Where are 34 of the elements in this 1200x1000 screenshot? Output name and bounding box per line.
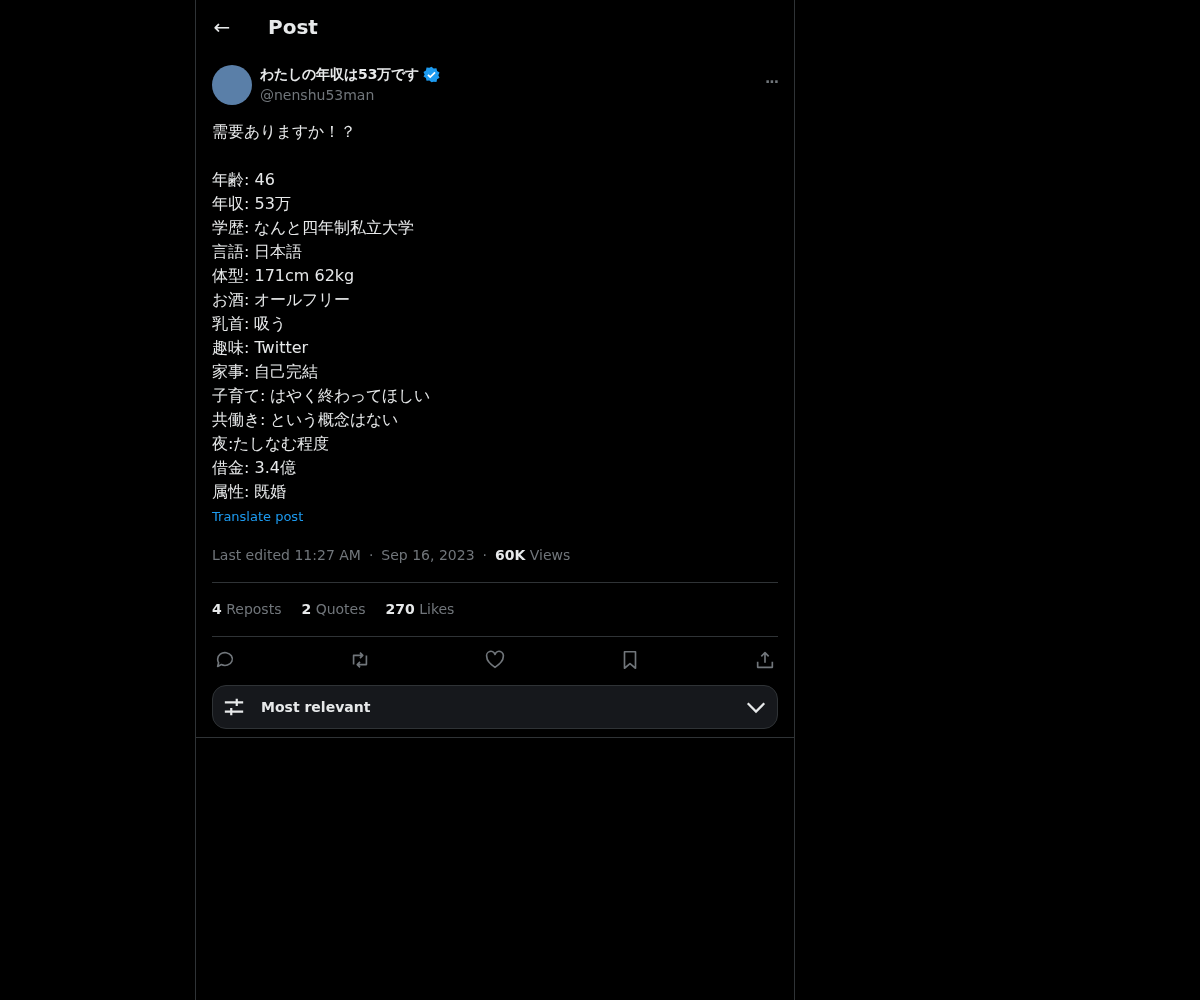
post-text-line: 子育て: はやく終わってほしい: [212, 385, 432, 407]
post-text-line: お酒: オールフリー: [212, 289, 352, 311]
post-text-line: 学歴: なんと四年制私立大学: [212, 217, 416, 239]
avatar[interactable]: [212, 65, 252, 105]
stat-link[interactable]: 270 Likes: [385, 599, 455, 620]
author-name[interactable]: わたしの年収は53万です: [260, 64, 420, 85]
post-text-line: 夜:たしなむ程度: [212, 433, 331, 455]
sort-dropdown[interactable]: Most relevant: [212, 685, 778, 729]
like-icon: [484, 649, 506, 671]
stat-link[interactable]: 4 Reposts: [212, 599, 282, 620]
post-text-line: 言語: 日本語: [212, 241, 304, 263]
post-text-line: 趣味: Twitter: [212, 337, 310, 359]
sliders-icon: [223, 696, 245, 718]
post-text-line: 家事: 自己完結: [212, 361, 320, 383]
post-text-line: 乳首: 吸う: [212, 313, 288, 335]
post-text-line: 年齢: 46: [212, 169, 276, 191]
post-date[interactable]: Sep 16, 2023: [381, 545, 475, 566]
translate-link[interactable]: Translate post: [212, 509, 304, 524]
post-text-line: 需要ありますか！？: [212, 121, 357, 143]
back-button[interactable]: ←: [212, 12, 232, 42]
post-text-line: 共働き: という概念はない: [212, 409, 400, 431]
share-icon: [754, 649, 776, 671]
author-handle[interactable]: @nenshu53man: [260, 85, 766, 106]
stat-link[interactable]: 2 Quotes: [301, 599, 366, 620]
post-text-line: 年収: 53万: [212, 193, 292, 215]
more-button[interactable]: ···: [765, 72, 778, 93]
post-text-line: 属性: 既婚: [212, 481, 288, 503]
views-count: 60K Views: [495, 546, 571, 565]
edited-time[interactable]: Last edited 11:27 AM: [212, 545, 361, 566]
post-text-line: 借金: 3.4億: [212, 457, 297, 479]
page-title: Post: [268, 14, 318, 41]
post-text-line: 体型: 171cm 62kg: [212, 265, 356, 287]
separator-dot: ·: [482, 546, 487, 565]
separator-dot: ·: [368, 546, 374, 565]
